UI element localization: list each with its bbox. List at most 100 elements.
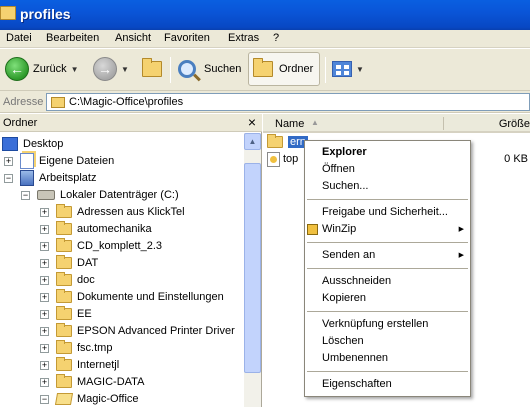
column-divider[interactable]: [443, 117, 444, 130]
folder-up-icon: [142, 58, 162, 77]
menu-item-create-shortcut[interactable]: Verknüpfung erstellen: [305, 316, 470, 333]
address-bar: Adresse C:\Magic-Office\profiles: [0, 91, 530, 113]
views-button[interactable]: ▼: [332, 52, 364, 86]
menu-file[interactable]: Datei: [6, 32, 32, 44]
folders-pane-header: Ordner ×: [0, 114, 262, 132]
menu-item-properties[interactable]: Eigenschaften: [305, 376, 470, 393]
folder-icon: [56, 322, 72, 337]
folder-icon: [56, 356, 72, 371]
tree-item-folder[interactable]: EE: [56, 305, 92, 322]
chevron-down-icon[interactable]: ▼: [71, 65, 79, 74]
menu-item-winzip[interactable]: WinZip: [305, 221, 470, 238]
list-item[interactable]: top: [267, 151, 298, 167]
menu-item-search[interactable]: Suchen...: [305, 178, 470, 195]
menu-item-copy[interactable]: Kopieren: [305, 290, 470, 307]
vertical-scrollbar[interactable]: ▲: [244, 133, 261, 407]
back-button[interactable]: ← Zurück ▼: [5, 52, 79, 86]
file-icon: [267, 151, 280, 167]
scrollbar-thumb[interactable]: [244, 163, 261, 373]
menu-tools[interactable]: Extras: [228, 32, 259, 44]
search-label: Suchen: [204, 63, 242, 75]
menu-item-rename[interactable]: Umbenennen: [305, 350, 470, 367]
tree-expander[interactable]: +: [40, 378, 49, 387]
tree-item-folder[interactable]: Internetjl: [56, 356, 119, 373]
close-icon[interactable]: ×: [248, 114, 256, 130]
tree-expander[interactable]: −: [4, 174, 13, 183]
column-name[interactable]: Name: [275, 118, 304, 130]
list-item[interactable]: ern: [267, 134, 308, 150]
address-input[interactable]: C:\Magic-Office\profiles: [46, 93, 530, 111]
tree-expander[interactable]: +: [40, 259, 49, 268]
folders-icon: [253, 58, 273, 77]
forward-arrow-icon: →: [93, 57, 117, 81]
forward-button[interactable]: → ▼: [93, 52, 129, 86]
chevron-down-icon[interactable]: ▼: [356, 65, 364, 74]
tree-item-folder[interactable]: EPSON Advanced Printer Driver: [56, 322, 235, 339]
column-size[interactable]: Größe: [499, 118, 530, 130]
tree-item-drive-c[interactable]: Lokaler Datenträger (C:): [37, 186, 179, 203]
folder-icon: [51, 97, 65, 108]
menu-item-send-to[interactable]: Senden an: [305, 247, 470, 264]
toolbar: ← Zurück ▼ → ▼ Suchen Ordner ▼: [0, 49, 530, 91]
tree-expander[interactable]: +: [40, 242, 49, 251]
tree-item-label: CD_komplett_2.3: [77, 239, 162, 252]
menu-item-cut[interactable]: Ausschneiden: [305, 273, 470, 290]
tree-item-folder[interactable]: fsc.tmp: [56, 339, 112, 356]
tree-item-desktop[interactable]: Desktop: [2, 135, 63, 152]
chevron-down-icon[interactable]: ▼: [121, 65, 129, 74]
tree-expander[interactable]: −: [40, 395, 49, 404]
tree-expander[interactable]: +: [40, 276, 49, 285]
tree-expander[interactable]: +: [40, 361, 49, 370]
folders-button[interactable]: Ordner: [248, 52, 321, 86]
menu-separator: [307, 242, 468, 243]
menu-item-delete[interactable]: Löschen: [305, 333, 470, 350]
tree-item-folder[interactable]: Adressen aus KlickTel: [56, 203, 185, 220]
my-documents-icon: [20, 152, 34, 169]
folder-icon: [56, 271, 72, 286]
tree-item-label: Lokaler Datenträger (C:): [60, 188, 179, 201]
tree-item-folder[interactable]: automechanika: [56, 220, 152, 237]
tree-item-label: Magic-Office: [77, 392, 139, 405]
search-button[interactable]: Suchen: [178, 52, 241, 86]
menu-item-sharing[interactable]: Freigabe und Sicherheit...: [305, 204, 470, 221]
menu-help[interactable]: ?: [273, 32, 279, 44]
menu-separator: [307, 199, 468, 200]
tree-item-my-computer[interactable]: Arbeitsplatz: [20, 169, 96, 186]
tree-item-label: Dokumente und Einstellungen: [77, 290, 224, 303]
tree-expander[interactable]: +: [40, 327, 49, 336]
search-icon: [178, 60, 196, 78]
folder-icon: [56, 339, 72, 354]
menu-view[interactable]: Ansicht: [115, 32, 151, 44]
folder-icon: [56, 254, 72, 269]
back-label: Zurück: [33, 63, 67, 75]
tree-item-folder[interactable]: DAT: [56, 254, 98, 271]
tree-item-folder[interactable]: Dokumente und Einstellungen: [56, 288, 224, 305]
folder-icon: [56, 373, 72, 388]
tree-item-folder[interactable]: MAGIC-DATA: [56, 373, 144, 390]
tree-expander[interactable]: +: [40, 208, 49, 217]
menu-item-explorer[interactable]: Explorer: [305, 144, 470, 161]
tree-item-folder-open[interactable]: Magic-Office: [54, 390, 139, 407]
tree-expander[interactable]: +: [4, 157, 13, 166]
tree-expander[interactable]: +: [40, 225, 49, 234]
tree-expander[interactable]: +: [40, 310, 49, 319]
folder-icon: [0, 6, 16, 20]
tree-item-folder[interactable]: CD_komplett_2.3: [56, 237, 162, 254]
menu-edit[interactable]: Bearbeiten: [46, 32, 99, 44]
menu-item-open[interactable]: Öffnen: [305, 161, 470, 178]
tree-item-my-documents[interactable]: Eigene Dateien: [20, 152, 114, 169]
address-label: Adresse: [3, 96, 44, 108]
up-button[interactable]: [142, 52, 162, 86]
column-header: Name ▲ Größe: [263, 114, 530, 133]
tree-item-label: doc: [77, 273, 95, 286]
tree-expander[interactable]: −: [21, 191, 30, 200]
tree-expander[interactable]: +: [40, 344, 49, 353]
tree-expander[interactable]: +: [40, 293, 49, 302]
sort-ascending-icon: ▲: [311, 118, 319, 127]
scroll-up-icon[interactable]: ▲: [244, 133, 261, 150]
menu-bar: Datei Bearbeiten Ansicht Favoriten Extra…: [0, 30, 530, 48]
menu-favorites[interactable]: Favoriten: [164, 32, 210, 44]
tree-item-folder[interactable]: doc: [56, 271, 95, 288]
window-title: profiles: [20, 6, 71, 22]
folder-icon: [56, 203, 72, 218]
